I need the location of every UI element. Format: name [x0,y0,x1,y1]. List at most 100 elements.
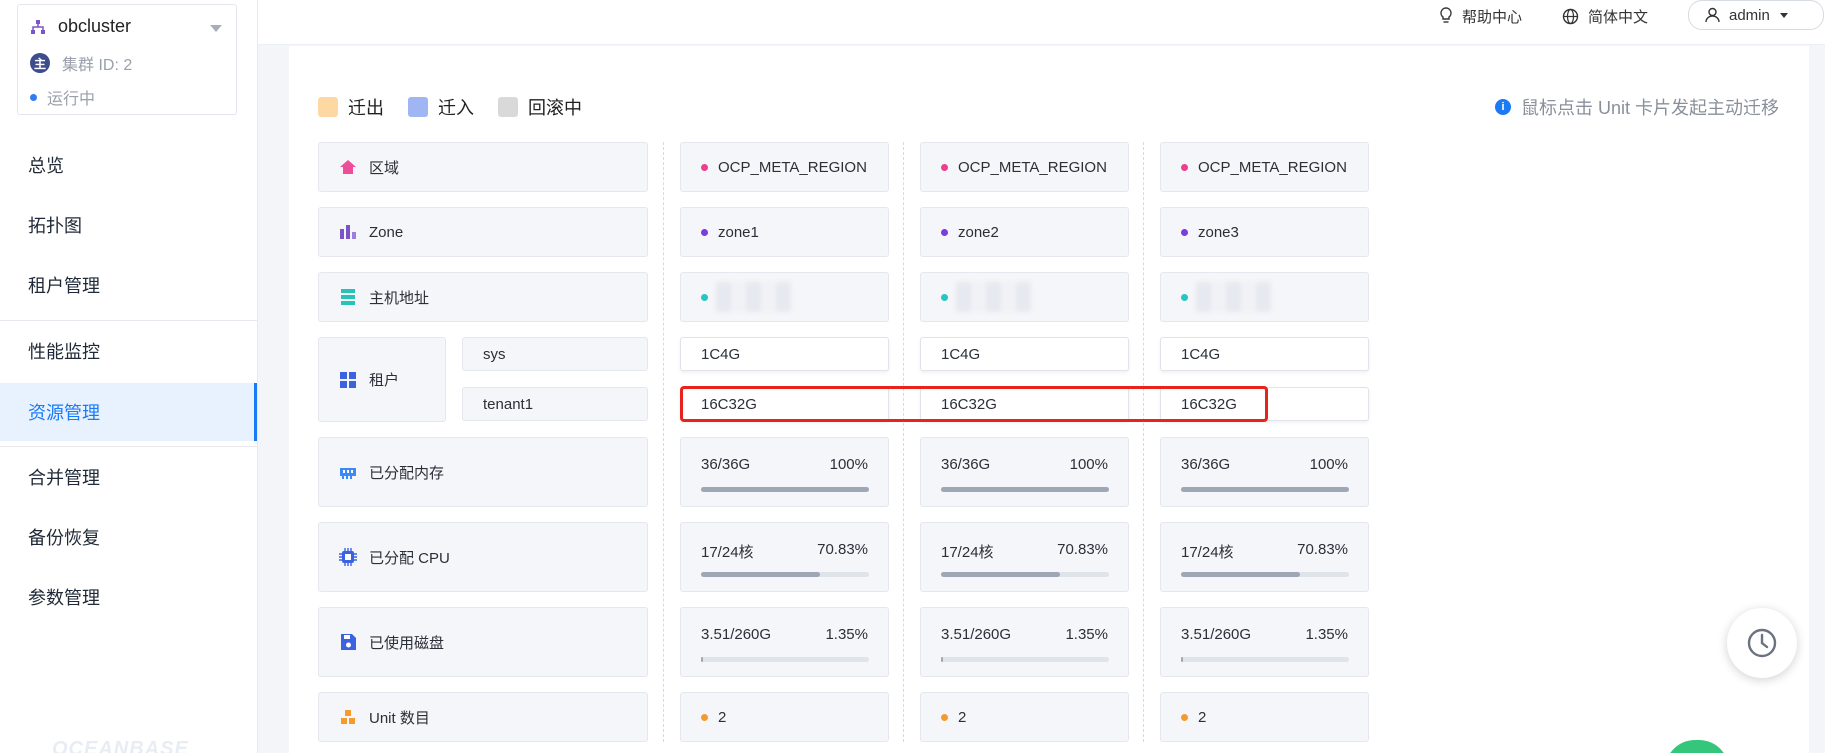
region-dot-icon [1181,163,1188,171]
memory-chip-icon [340,468,356,479]
sidebar: obcluster 主 集群 ID: 2 运行中 总览 拓扑图 租户管理 性能监… [0,0,258,753]
row-label-zone: Zone [318,207,648,257]
user-icon [1705,7,1720,23]
row-label-host: 主机地址 [318,272,648,322]
zone1-cpu-cell: 17/24核 70.83% [680,522,889,592]
nav-item-resources[interactable]: 资源管理 [0,383,257,441]
zone2-memory-cell: 36/36G 100% [920,437,1129,507]
nav-item-parameters[interactable]: 参数管理 [0,568,257,626]
grid-apps-icon [340,371,356,388]
zone2-sys-unit-card[interactable]: 1C4G [920,337,1129,371]
region-dot-icon [701,163,708,171]
memory-progress-bar [701,487,869,492]
nav-divider [0,320,257,321]
progress-fill [941,487,1109,492]
zone1-region-cell: OCP_META_REGION [680,142,889,192]
redacted-host-address [716,282,791,312]
help-center-link[interactable]: 帮助中心 [1438,6,1522,26]
language-switch[interactable]: 简体中文 [1562,6,1648,26]
legend-swatch-in [408,97,428,117]
zone3-zone-cell: zone3 [1160,207,1369,257]
nav-divider [0,446,257,447]
row-label-memory: 已分配内存 [318,437,648,507]
nav-item-backup[interactable]: 备份恢复 [0,508,257,566]
zone2-cpu-cell: 17/24核 70.83% [920,522,1129,592]
nav-item-performance[interactable]: 性能监控 [0,322,257,380]
cluster-id: 集群 ID: 2 [62,57,133,74]
progress-fill [701,487,869,492]
cpu-progress-bar [701,572,869,577]
disk-progress-bar [941,657,1109,662]
migration-hint: i 鼠标点击 Unit 卡片发起主动迁移 [1495,94,1779,120]
row-label-tenant: 租户 [318,337,446,422]
nav-item-merge[interactable]: 合并管理 [0,448,257,506]
history-button[interactable] [1727,608,1797,678]
column-divider [663,142,664,742]
home-icon [340,160,356,174]
zone-dot-icon [701,228,708,236]
info-icon: i [1495,99,1511,115]
column-divider [1143,142,1144,742]
redacted-host-address [1196,282,1271,312]
legend-swatch-rollback [498,97,518,117]
zone2-units-cell: 2 [920,692,1129,742]
lightbulb-icon [1440,7,1452,23]
zone3-memory-cell: 36/36G 100% [1160,437,1369,507]
zone2-host-cell [920,272,1129,322]
nav-item-tenants[interactable]: 租户管理 [0,256,257,314]
disk-progress-bar [1181,657,1349,662]
zone1-memory-cell: 36/36G 100% [680,437,889,507]
cluster-name-row: obcluster [30,16,131,37]
zone3-cpu-cell: 17/24核 70.83% [1160,522,1369,592]
zone3-sys-unit-card[interactable]: 1C4G [1160,337,1369,371]
nav-item-topology[interactable]: 拓扑图 [0,196,257,254]
legend-in: 迁入 [408,94,474,120]
clock-icon [1747,628,1777,658]
legend-swatch-out [318,97,338,117]
chevron-down-icon [1779,12,1788,18]
zone2-zone-cell: zone2 [920,207,1129,257]
memory-progress-bar [1181,487,1349,492]
nav-item-overview[interactable]: 总览 [0,136,257,194]
progress-fill [1181,572,1300,577]
region-dot-icon [941,163,948,171]
progress-fill [701,572,820,577]
legend-out: 迁出 [318,94,384,120]
row-label-tenant-sys: sys [462,337,648,371]
column-divider [903,142,904,742]
zone2-region-cell: OCP_META_REGION [920,142,1129,192]
zone1-sys-unit-card[interactable]: 1C4G [680,337,889,371]
zone1-units-cell: 2 [680,692,889,742]
row-label-tenant-1: tenant1 [462,387,648,421]
progress-fill [701,657,704,662]
zone-bars-icon [340,225,356,239]
globe-icon [1562,8,1579,24]
cluster-status: 运行中 [47,91,96,108]
cluster-id-row: 主 集群 ID: 2 [30,51,132,75]
units-stack-icon [341,710,355,724]
zone-dot-icon [941,228,948,236]
units-dot-icon [701,713,708,721]
zone-dot-icon [1181,228,1188,236]
progress-fill [1181,657,1184,662]
server-icon [341,289,355,305]
host-dot-icon [1181,293,1188,301]
progress-fill [941,572,1060,577]
zone1-host-cell [680,272,889,322]
row-label-units: Unit 数目 [318,692,648,742]
cluster-selector[interactable]: obcluster 主 集群 ID: 2 运行中 [17,4,237,115]
zone3-disk-cell: 3.51/260G 1.35% [1160,607,1369,677]
legend-rollback: 回滚中 [498,94,582,120]
tenant1-highlight-box [680,386,1268,422]
legend: 迁出 迁入 回滚中 [318,94,606,120]
redacted-host-address [956,282,1031,312]
oceanbase-logo: OCEANBASE [52,738,189,753]
cluster-status-row: 运行中 [30,85,95,109]
row-label-disk: 已使用磁盘 [318,607,648,677]
zone3-region-cell: OCP_META_REGION [1160,142,1369,192]
cluster-name: obcluster [58,16,132,36]
user-menu-button[interactable]: admin [1688,0,1824,30]
chevron-down-icon[interactable] [210,25,222,32]
memory-progress-bar [941,487,1109,492]
primary-badge-icon: 主 [30,53,50,73]
